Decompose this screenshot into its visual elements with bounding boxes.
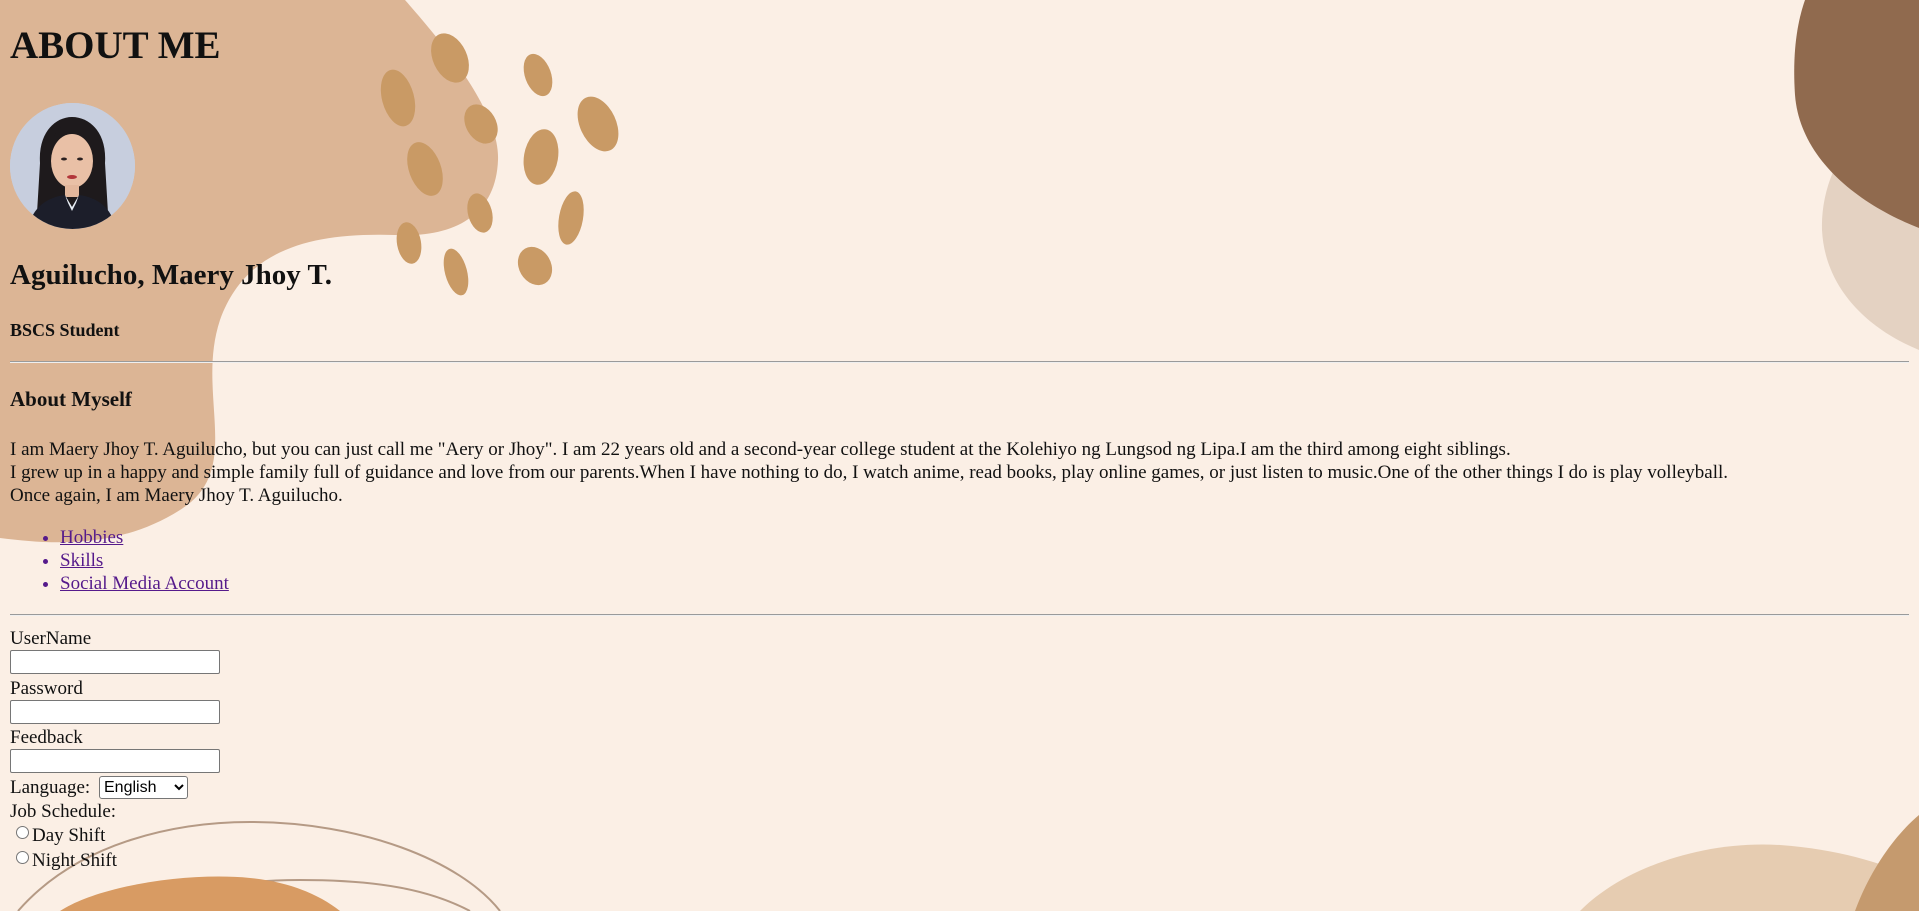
password-input[interactable] xyxy=(10,700,220,724)
feedback-label: Feedback xyxy=(10,727,83,748)
avatar xyxy=(10,103,135,229)
feedback-input[interactable] xyxy=(10,749,220,773)
username-input[interactable] xyxy=(10,650,220,674)
night-shift-option[interactable]: Night Shift xyxy=(16,851,117,870)
page-title: ABOUT ME xyxy=(10,24,221,67)
about-paragraph: I am Maery Jhoy T. Aguilucho, but you ca… xyxy=(10,438,1728,507)
username-label: UserName xyxy=(10,628,92,649)
list-item: Hobbies xyxy=(60,526,229,549)
divider-top xyxy=(10,361,1909,363)
password-label: Password xyxy=(10,678,83,699)
hobbies-link[interactable]: Hobbies xyxy=(60,527,123,548)
about-heading: About Myself xyxy=(10,387,132,411)
day-shift-radio[interactable] xyxy=(16,826,29,839)
night-shift-label: Night Shift xyxy=(32,850,117,871)
divider-bottom xyxy=(10,614,1909,616)
job-schedule-label: Job Schedule: xyxy=(10,801,117,822)
day-shift-label: Day Shift xyxy=(32,825,106,846)
skills-link[interactable]: Skills xyxy=(60,550,103,571)
list-item: Skills xyxy=(60,549,229,572)
language-label: Language: xyxy=(10,777,91,798)
profile-role: BSCS Student xyxy=(10,320,120,340)
nav-link-list: Hobbies Skills Social Media Account xyxy=(10,526,229,595)
bottom-left-blob xyxy=(60,876,340,911)
about-line-2: I grew up in a happy and simple family f… xyxy=(10,462,1729,483)
list-item: Social Media Account xyxy=(60,572,229,595)
right-dark-blob xyxy=(1794,0,1919,228)
language-select[interactable]: English xyxy=(99,776,188,799)
about-line-1: I am Maery Jhoy T. Aguilucho, but you ca… xyxy=(10,439,1511,460)
night-shift-radio[interactable] xyxy=(16,851,29,864)
profile-name: Aguilucho, Maery Jhoy T. xyxy=(10,259,332,291)
social-media-link[interactable]: Social Media Account xyxy=(60,573,229,594)
day-shift-option[interactable]: Day Shift xyxy=(16,826,105,845)
about-line-3: Once again, I am Maery Jhoy T. Aguilucho… xyxy=(10,485,343,506)
